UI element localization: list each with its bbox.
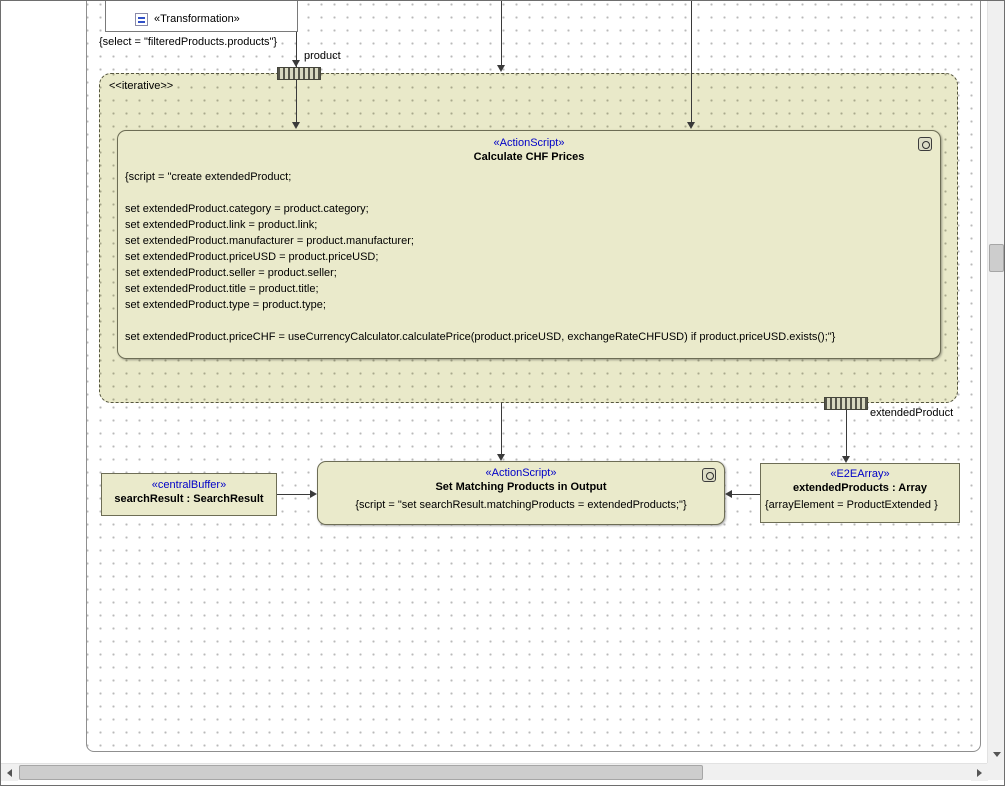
arrow-down-icon [687, 122, 695, 129]
arrow-down-icon [842, 456, 850, 463]
scroll-down-icon [993, 752, 1001, 757]
calculate-action-script: {script = "create extendedProduct; set e… [125, 169, 933, 345]
edge-product-pin-to-calculate[interactable] [296, 80, 297, 122]
product-pin-label: product [304, 50, 341, 62]
edge-extended-product-pin-to-array[interactable] [846, 410, 847, 456]
vertical-scrollbar[interactable] [987, 1, 1004, 763]
scrollbar-corner [987, 763, 1004, 780]
scroll-left-icon [7, 769, 12, 777]
search-result-stereotype: «centralBuffer» [102, 474, 276, 492]
search-result-buffer-node[interactable]: «centralBuffer» searchResult : SearchRes… [101, 473, 277, 516]
edge-top-to-calculate-action[interactable] [691, 1, 692, 122]
scroll-right-button[interactable] [971, 764, 988, 781]
iterative-expansion-region[interactable]: <<iterative>> «ActionScript» Calculate C… [99, 73, 958, 403]
transformation-node[interactable]: «Transformation» [105, 1, 298, 32]
horizontal-scrollbar[interactable] [1, 763, 988, 780]
arrow-down-icon [292, 60, 300, 67]
diagram-canvas[interactable]: <<iterative>> «ActionScript» Calculate C… [1, 1, 988, 763]
product-pin-icon[interactable] [277, 67, 321, 80]
vertical-scrollbar-thumb[interactable] [989, 244, 1004, 272]
extended-products-constraint: {arrayElement = ProductExtended } [761, 496, 959, 511]
set-matching-script: {script = "set searchResult.matchingProd… [318, 499, 724, 511]
set-matching-title: Set Matching Products in Output [318, 480, 724, 495]
set-matching-products-action[interactable]: «ActionScript» Set Matching Products in … [317, 461, 725, 525]
iterative-region-label: <<iterative>> [109, 80, 173, 92]
transformation-constraint: {select = "filteredProducts.products"} [97, 36, 279, 48]
actionscript-badge-icon [918, 137, 932, 151]
arrow-down-icon [292, 122, 300, 129]
extended-product-pin-label: extendedProduct [870, 407, 953, 419]
scroll-down-button[interactable] [988, 746, 1005, 763]
edge-iterative-to-set-matching[interactable] [501, 403, 502, 454]
edge-search-result-to-set-matching[interactable] [277, 494, 310, 495]
horizontal-scrollbar-thumb[interactable] [19, 765, 703, 780]
actionscript-badge-icon [702, 468, 716, 482]
arrow-right-icon [310, 490, 317, 498]
scroll-left-button[interactable] [1, 764, 18, 781]
arrow-down-icon [497, 454, 505, 461]
search-result-title: searchResult : SearchResult [102, 492, 276, 507]
edge-array-to-set-matching[interactable] [732, 494, 760, 495]
arrow-down-icon [497, 65, 505, 72]
calculate-action-stereotype: «ActionScript» [118, 131, 940, 150]
extended-products-title: extendedProducts : Array [761, 481, 959, 496]
edge-top-to-iterative-region[interactable] [501, 1, 502, 65]
arrow-left-icon [725, 490, 732, 498]
set-matching-stereotype: «ActionScript» [318, 462, 724, 480]
transformation-icon [135, 13, 148, 26]
calculate-action-title: Calculate CHF Prices [118, 150, 940, 165]
calculate-chf-prices-action[interactable]: «ActionScript» Calculate CHF Prices {scr… [117, 130, 941, 359]
scroll-right-icon [977, 769, 982, 777]
extended-products-stereotype: «E2EArray» [761, 464, 959, 481]
transformation-stereotype: «Transformation» [154, 13, 240, 25]
extended-product-pin-icon[interactable] [824, 397, 868, 410]
extended-products-array-node[interactable]: «E2EArray» extendedProducts : Array {arr… [760, 463, 960, 523]
diagram-editor-window: <<iterative>> «ActionScript» Calculate C… [0, 0, 1005, 786]
